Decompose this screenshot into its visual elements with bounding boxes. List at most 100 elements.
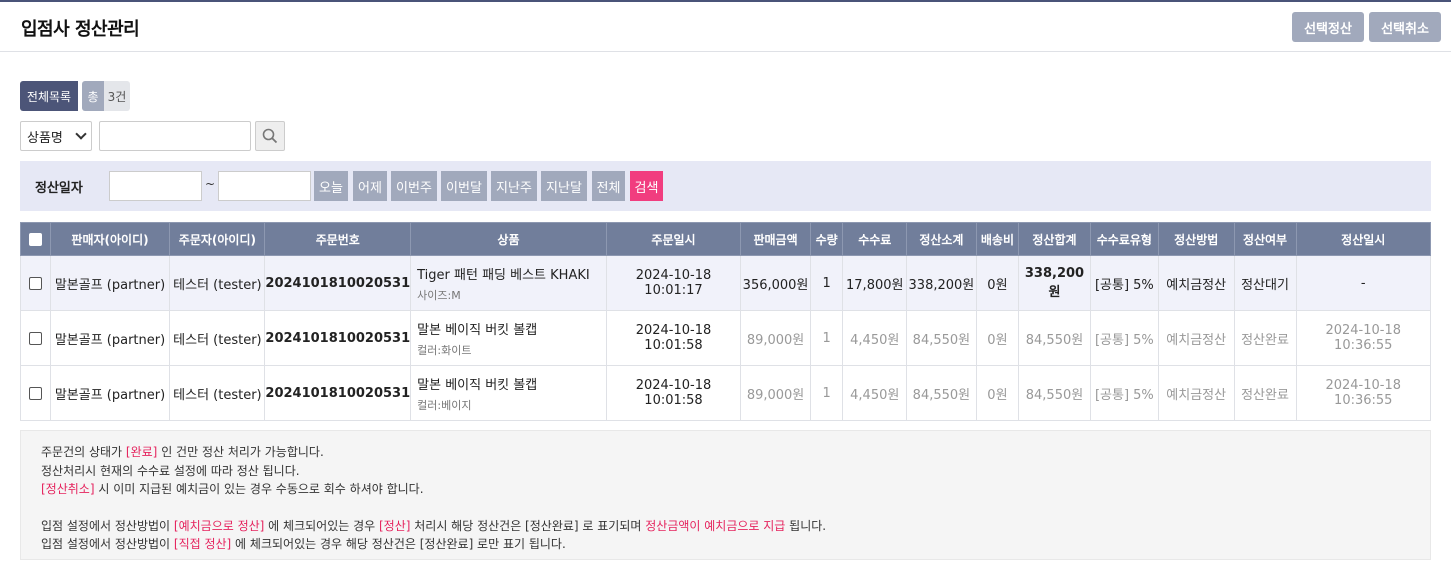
filter-all-button[interactable]: 전체 xyxy=(592,171,625,201)
seller-cell: 말본골프 (partner) xyxy=(49,255,171,311)
filter-today-button[interactable]: 오늘 xyxy=(314,171,348,201)
filter-this-week-button[interactable]: 이번주 xyxy=(391,171,437,201)
notice-text: 입점 설정에서 정산방법이 xyxy=(41,537,174,551)
date-range-separator: ~ xyxy=(205,177,216,191)
col-header: 상품 xyxy=(410,222,607,256)
shipping-cell: 0원 xyxy=(975,365,1020,421)
search-field-select[interactable]: 상품명 xyxy=(20,121,92,151)
settle-date-label: 정산일자 xyxy=(35,181,83,196)
buyer-cell: 테스터 (tester) xyxy=(169,310,266,366)
search-input[interactable] xyxy=(99,121,251,151)
product-name[interactable]: 말본 베이직 버킷 볼캡 xyxy=(417,319,603,338)
col-header: 판매자(아이디) xyxy=(49,222,171,256)
order-number-cell[interactable]: 2024101810020531 xyxy=(264,255,412,311)
product-name[interactable]: 말본 베이직 버킷 볼캡 xyxy=(417,374,603,393)
fee-type-cell: [공통] 5% xyxy=(1089,365,1159,421)
status-cell: 정산대기 xyxy=(1233,255,1297,311)
total-label: 총 xyxy=(82,81,104,111)
subtotal-cell: 84,550원 xyxy=(906,365,977,421)
search-icon xyxy=(262,128,278,144)
table-row: 말본골프 (partner) 테스터 (tester) 202410181002… xyxy=(20,310,1431,366)
search-button[interactable] xyxy=(255,121,285,151)
col-header: 주문일시 xyxy=(605,222,742,256)
row-select-cell[interactable] xyxy=(20,255,51,311)
select-cancel-button[interactable]: 선택취소 xyxy=(1369,12,1441,42)
select-all-cell[interactable] xyxy=(20,222,51,256)
col-header: 주문자(아이디) xyxy=(169,222,266,256)
col-header: 주문번호 xyxy=(264,222,412,256)
total-cell: 84,550원 xyxy=(1018,310,1091,366)
notice-line: 입점 설정에서 정산방법이 [직접 정산] 에 체크되어있는 경우 해당 정산건… xyxy=(41,535,1430,554)
notice-highlight: [정산취소] xyxy=(41,482,95,496)
page-header: 입점사 정산관리 선택정산 선택취소 xyxy=(0,2,1451,52)
total-cell: 84,550원 xyxy=(1018,365,1091,421)
price-cell: 89,000원 xyxy=(740,310,811,366)
select-all-checkbox[interactable] xyxy=(28,233,42,246)
subtotal-cell: 338,200원 xyxy=(906,255,977,311)
order-number-cell[interactable]: 2024101810020531 xyxy=(264,365,412,421)
seller-cell: 말본골프 (partner) xyxy=(49,310,171,366)
filter-this-month-button[interactable]: 이번달 xyxy=(441,171,487,201)
col-header: 정산여부 xyxy=(1233,222,1297,256)
notice-line: 입점 설정에서 정산방법이 [예치금으로 정산] 에 체크되어있는 경우 [정산… xyxy=(41,517,1430,536)
tab-all-list[interactable]: 전체목록 xyxy=(20,81,78,111)
filter-yesterday-button[interactable]: 어제 xyxy=(353,171,387,201)
order-number-cell[interactable]: 2024101810020531 xyxy=(264,310,412,366)
order-date-cell: 2024-10-18 10:01:58 xyxy=(605,310,742,366)
shipping-cell: 0원 xyxy=(975,310,1020,366)
notice-text: 주문건의 상태가 xyxy=(41,445,126,459)
col-header: 수량 xyxy=(809,222,844,256)
qty-cell: 1 xyxy=(809,310,844,366)
date-to-input[interactable] xyxy=(218,171,311,201)
notice-box: 주문건의 상태가 [완료] 인 건만 정산 처리가 가능합니다. 정산처리시 현… xyxy=(20,430,1431,560)
shipping-cell: 0원 xyxy=(975,255,1020,311)
fee-cell: 4,450원 xyxy=(842,310,908,366)
product-cell: 말본 베이직 버킷 볼캡 컬러:화이트 xyxy=(410,310,607,366)
fee-type-cell: [공통] 5% xyxy=(1089,255,1159,311)
date-from-input[interactable] xyxy=(109,171,202,201)
select-settle-button[interactable]: 선택정산 xyxy=(1292,12,1364,42)
page-title: 입점사 정산관리 xyxy=(21,19,140,40)
row-checkbox[interactable] xyxy=(28,331,42,345)
notice-highlight: [예치금으로 정산] xyxy=(173,518,265,533)
row-checkbox[interactable] xyxy=(28,276,42,290)
list-tabs: 전체목록 총 3건 xyxy=(20,81,130,111)
fee-cell: 17,800원 xyxy=(842,255,908,311)
settlement-table: 판매자(아이디) 주문자(아이디) 주문번호 상품 주문일시 판매금액 수량 수… xyxy=(20,222,1431,421)
filter-last-month-button[interactable]: 지난달 xyxy=(541,171,587,201)
row-checkbox[interactable] xyxy=(28,386,42,400)
buyer-cell: 테스터 (tester) xyxy=(169,365,266,421)
method-cell: 예치금정산 xyxy=(1157,310,1235,366)
col-header: 정산합계 xyxy=(1018,222,1091,256)
settle-date-cell: 2024-10-18 10:36:55 xyxy=(1295,365,1431,421)
row-select-cell[interactable] xyxy=(20,310,51,366)
col-header: 판매금액 xyxy=(740,222,811,256)
qty-cell: 1 xyxy=(809,255,844,311)
col-header: 배송비 xyxy=(975,222,1020,256)
method-cell: 예치금정산 xyxy=(1157,255,1235,311)
buyer-cell: 테스터 (tester) xyxy=(169,255,266,311)
notice-text: 됩니다. xyxy=(785,518,827,533)
method-cell: 예치금정산 xyxy=(1157,365,1235,421)
col-header: 정산방법 xyxy=(1157,222,1235,256)
notice-text: 처리시 해당 정산건은 [정산완료] 로 표기되며 xyxy=(410,518,646,533)
table-row: 말본골프 (partner) 테스터 (tester) 202410181002… xyxy=(20,255,1431,311)
product-option: 컬러:베이지 xyxy=(417,398,472,412)
notice-line: [정산취소] 시 이미 지급된 예치금이 있는 경우 수동으로 회수 하셔야 합… xyxy=(41,480,1430,499)
filter-last-week-button[interactable]: 지난주 xyxy=(491,171,537,201)
product-cell: Tiger 패턴 패딩 베스트 KHAKI 사이즈:M xyxy=(410,255,607,311)
fee-type-cell: [공통] 5% xyxy=(1089,310,1159,366)
notice-text: 에 체크되어있는 경우 해당 정산건은 [정산완료] 로만 표기 됩니다. xyxy=(231,537,566,551)
seller-cell: 말본골프 (partner) xyxy=(49,365,171,421)
product-cell: 말본 베이직 버킷 볼캡 컬러:베이지 xyxy=(410,365,607,421)
notice-text: 입점 설정에서 정산방법이 xyxy=(41,518,174,533)
settle-date-cell: - xyxy=(1295,255,1431,311)
fee-cell: 4,450원 xyxy=(842,365,908,421)
product-name[interactable]: Tiger 패턴 패딩 베스트 KHAKI xyxy=(417,264,603,283)
row-select-cell[interactable] xyxy=(20,365,51,421)
notice-highlight: [완료] xyxy=(125,445,158,459)
filter-search-button[interactable]: 검색 xyxy=(630,171,663,201)
notice-text: 인 건만 정산 처리가 가능합니다. xyxy=(157,445,324,459)
notice-highlight: [직접 정산] xyxy=(173,537,232,551)
product-option: 사이즈:M xyxy=(417,288,461,302)
